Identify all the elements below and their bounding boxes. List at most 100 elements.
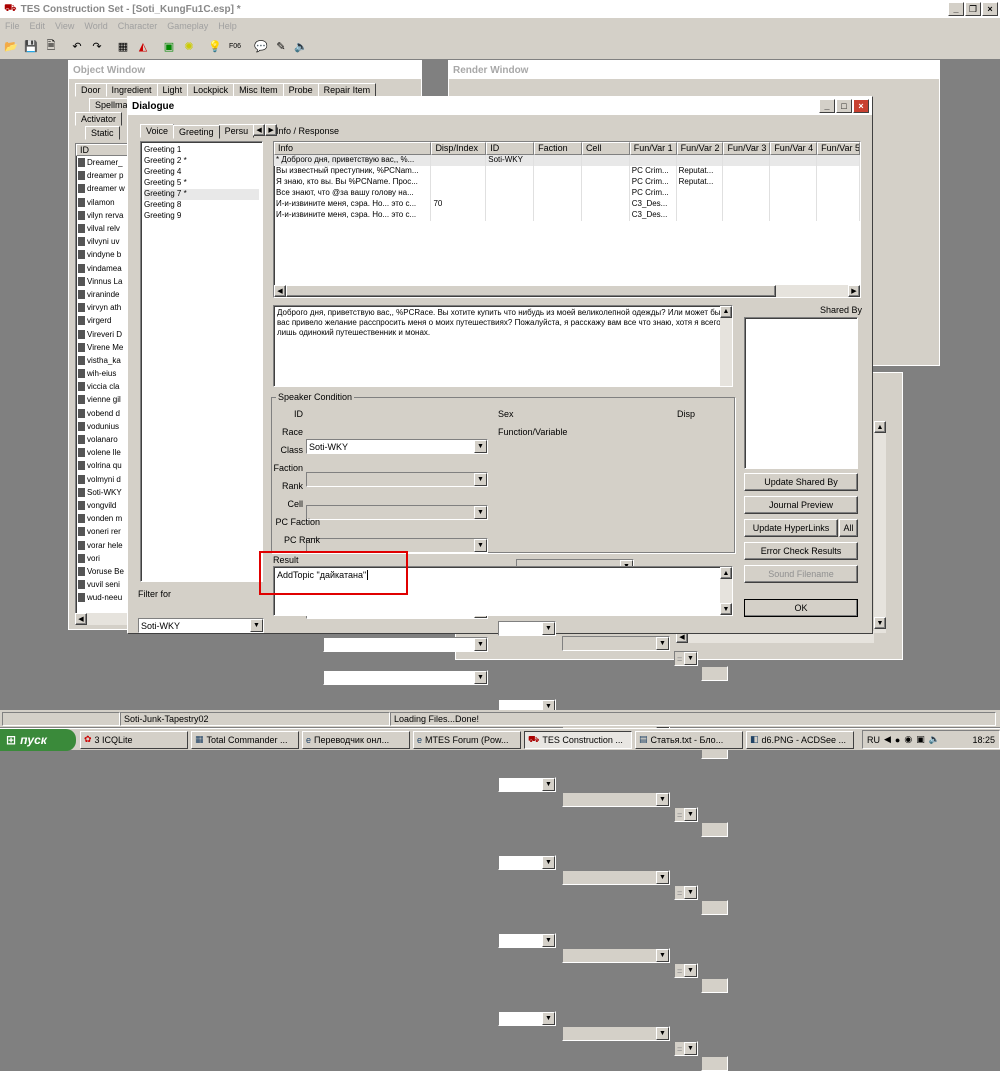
list-item[interactable]: vindamea [76, 262, 128, 275]
tab-lockpick[interactable]: Lockpick [187, 83, 235, 97]
function-name-combo[interactable]: ▼ [562, 792, 670, 807]
scroll-up-icon[interactable]: ▲ [720, 306, 732, 318]
table-row[interactable]: * Доброго дня, приветствую вас,, %... Sot… [274, 155, 860, 166]
chevron-down-icon[interactable]: ▼ [474, 638, 487, 651]
chevron-down-icon[interactable]: ▼ [684, 1042, 697, 1055]
function-name-combo[interactable]: ▼ [562, 1026, 670, 1041]
list-item[interactable]: vienne gil [76, 393, 128, 406]
list-item[interactable]: dreamer w [76, 182, 128, 195]
chevron-down-icon[interactable]: ▼ [542, 1012, 555, 1025]
list-item[interactable]: Virene Me [76, 341, 128, 354]
object-list[interactable]: ID Dreamer_ dreamer p dreamer w vilamon vily… [75, 143, 129, 625]
all-button[interactable]: All [839, 519, 858, 537]
save-icon[interactable]: 💾 [22, 38, 40, 56]
table-row[interactable]: Я знаю, кто вы. Вы %PCName. Прос... PC Cr… [274, 177, 860, 188]
condition-combo[interactable]: ▼ [323, 637, 488, 652]
options-icon[interactable]: 🗎 [42, 38, 60, 56]
topic-item[interactable]: Greeting 9 [144, 211, 259, 222]
tab-probe[interactable]: Probe [282, 83, 319, 97]
function-name-combo[interactable]: ▼ [562, 636, 670, 651]
scroll-up-icon[interactable]: ▲ [874, 421, 886, 433]
chevron-down-icon[interactable]: ▼ [474, 671, 487, 684]
list-item[interactable]: vindyne b [76, 248, 128, 261]
chevron-down-icon[interactable]: ▼ [684, 652, 697, 665]
chevron-down-icon[interactable]: ▼ [656, 949, 669, 962]
scroll-left-icon[interactable]: ◀ [274, 285, 286, 297]
list-item[interactable]: wud-neeu [76, 591, 128, 604]
ok-button[interactable]: OK [744, 599, 858, 617]
update-shared-by-button[interactable]: Update Shared By [744, 473, 858, 491]
column-header[interactable]: Fun/Var 1 [629, 142, 677, 155]
taskbar-item[interactable]: e Переводчик онл... [302, 730, 410, 749]
minimize-button[interactable]: _ [948, 2, 964, 16]
list-item[interactable]: Voruse Be [76, 565, 128, 578]
list-item[interactable]: volrina qu [76, 459, 128, 472]
start-button[interactable]: ⊞ пуск [0, 728, 76, 751]
chevron-down-icon[interactable]: ▼ [474, 440, 487, 453]
scroll-down-icon[interactable]: ▼ [874, 617, 886, 629]
chevron-down-icon[interactable]: ▼ [684, 886, 697, 899]
tray-icon-2[interactable]: ◉ [904, 734, 912, 745]
object-list-hscrollbar[interactable]: ◀ [75, 613, 129, 625]
menu-character[interactable]: Character [113, 21, 163, 31]
dialogue-maximize-button[interactable]: □ [836, 99, 852, 113]
chevron-down-icon[interactable]: ▼ [656, 871, 669, 884]
angle-icon[interactable]: ◭ [134, 38, 152, 56]
column-header[interactable]: ID [486, 142, 535, 155]
tab-greeting[interactable]: Greeting [173, 125, 220, 139]
undo-icon[interactable]: ↶ [68, 38, 86, 56]
tab-light[interactable]: Light [156, 83, 189, 97]
shared-by-list[interactable] [744, 317, 858, 469]
grid-icon[interactable]: ▦ [114, 38, 132, 56]
open-icon[interactable]: 📂 [2, 38, 20, 56]
tray-expand-icon[interactable]: ◀ [884, 734, 891, 745]
topic-item[interactable]: Greeting 8 [144, 200, 259, 211]
chevron-down-icon[interactable]: ▼ [542, 622, 555, 635]
background-window-vscrollbar[interactable]: ▲ [874, 421, 886, 633]
operator-combo[interactable]: =▼ [674, 963, 698, 978]
function-type-combo[interactable]: ▼ [498, 933, 556, 948]
light-icon[interactable]: ✺ [180, 38, 198, 56]
scroll-down-icon[interactable]: ▼ [720, 603, 732, 615]
taskbar-item[interactable]: ◧ d6.PNG - ACDSee ... [746, 730, 854, 749]
table-row[interactable]: Все знают, что @за вашу голову на... PC C… [274, 188, 860, 199]
list-item[interactable]: volmyni d [76, 473, 128, 486]
list-item[interactable]: Dreamer_ [76, 156, 128, 169]
list-item[interactable]: vorar hele [76, 538, 128, 551]
response-vscrollbar[interactable]: ▲ [720, 306, 732, 386]
column-header[interactable]: Info [274, 142, 432, 155]
list-item[interactable]: vilvyni uv [76, 235, 128, 248]
function-value-input[interactable] [701, 822, 728, 837]
dialogue-close-button[interactable]: × [853, 99, 869, 113]
function-type-combo[interactable]: ▼ [498, 1011, 556, 1026]
fog-icon[interactable]: F06 [226, 38, 244, 56]
list-item[interactable]: vistha_ka [76, 354, 128, 367]
journal-preview-button[interactable]: Journal Preview [744, 496, 858, 514]
list-item[interactable]: virvyn ath [76, 301, 128, 314]
list-item[interactable]: vori [76, 552, 128, 565]
function-value-input[interactable] [701, 1056, 728, 1071]
close-button[interactable]: × [982, 2, 998, 16]
table-row[interactable]: И-и-извините меня, сэра. Но... это с... 7… [274, 199, 860, 210]
menu-file[interactable]: File [0, 21, 25, 31]
tab-door[interactable]: Door [75, 83, 107, 97]
list-item[interactable]: vilamon [76, 196, 128, 209]
function-type-combo[interactable]: ▼ [498, 621, 556, 636]
topic-list[interactable]: Greeting 1 Greeting 2 * Greeting 4 Greeting… [140, 141, 263, 582]
column-header[interactable]: Fun/Var 2 [676, 142, 724, 155]
tab-voice[interactable]: Voice [140, 124, 175, 138]
chevron-down-icon[interactable]: ▼ [474, 473, 487, 486]
tray-icon-1[interactable]: ● [895, 735, 900, 745]
function-type-combo[interactable]: ▼ [498, 855, 556, 870]
operator-combo[interactable]: =▼ [674, 1041, 698, 1056]
list-item[interactable]: Vireveri D [76, 327, 128, 340]
function-name-combo[interactable]: ▼ [562, 948, 670, 963]
volume-icon[interactable]: 🔈 [929, 734, 940, 745]
column-header[interactable]: Disp/Index [431, 142, 487, 155]
list-item[interactable]: dreamer p [76, 169, 128, 182]
bulb-icon[interactable]: 💡 [206, 38, 224, 56]
taskbar-item[interactable]: e MTES Forum (Pow... [413, 730, 521, 749]
list-item[interactable]: vilval relv [76, 222, 128, 235]
info-hscrollbar[interactable]: ◀ ▶ [274, 285, 860, 297]
response-text[interactable]: Доброго дня, приветствую вас,, %PCRace. … [273, 305, 733, 387]
